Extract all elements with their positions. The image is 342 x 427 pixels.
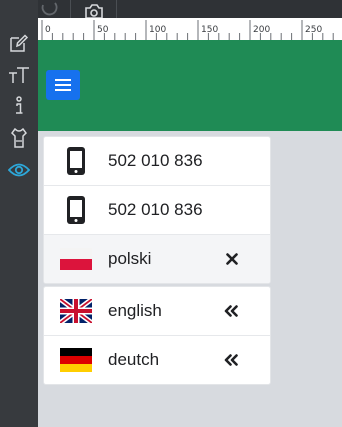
smartphone-icon — [67, 147, 85, 175]
germany-flag — [60, 348, 92, 372]
redo-icon — [41, 2, 58, 16]
language-list: english deutch — [43, 286, 271, 385]
horizontal-ruler: 0 50 100 150 200 250 — [38, 18, 342, 41]
ruler-label: 250 — [305, 25, 322, 35]
remove-language-button[interactable] — [226, 235, 238, 283]
poland-flag — [60, 248, 92, 270]
smartphone-icon — [67, 196, 85, 224]
ruler-label: 100 — [149, 25, 166, 35]
ruler-label: 50 — [97, 25, 109, 35]
language-label: english — [108, 301, 162, 320]
style-tool[interactable] — [0, 124, 38, 152]
shirt-icon — [11, 128, 27, 148]
text-tool[interactable] — [0, 61, 38, 89]
screenshot-button[interactable] — [80, 0, 108, 18]
uk-flag — [60, 299, 92, 323]
preview-tool[interactable] — [0, 156, 38, 184]
text-size-icon — [9, 67, 29, 83]
edit-icon — [10, 34, 29, 52]
ruler-label: 200 — [253, 25, 270, 35]
ruler-ticks: 0 50 100 150 200 250 — [41, 20, 334, 40]
select-language-button[interactable] — [224, 287, 238, 335]
toolbar-divider — [116, 0, 117, 18]
phone-row[interactable]: 502 010 836 — [44, 186, 270, 235]
language-item-polski[interactable]: polski — [44, 235, 270, 283]
language-label: deutch — [108, 350, 160, 369]
language-label: polski — [108, 249, 152, 268]
phone-row[interactable]: 502 010 836 — [44, 137, 270, 186]
ruler-label: 150 — [201, 25, 218, 35]
language-item-deutch[interactable]: deutch — [44, 336, 270, 384]
menu-button[interactable] — [46, 70, 80, 100]
contact-list: 502 010 836 502 010 836 polski — [43, 136, 271, 284]
close-icon — [226, 253, 238, 265]
site-header — [38, 40, 342, 131]
ruler-label: 0 — [45, 25, 51, 35]
double-chevron-left-icon — [224, 305, 238, 317]
edit-tool[interactable] — [0, 29, 38, 57]
eye-icon — [8, 163, 30, 177]
mobile-menu-panel: 502 010 836 502 010 836 polski english d… — [43, 136, 271, 385]
info-tool[interactable] — [0, 92, 38, 120]
info-icon — [16, 96, 23, 114]
top-strip — [0, 0, 342, 18]
redo-button[interactable] — [36, 0, 62, 18]
select-language-button[interactable] — [224, 336, 238, 384]
double-chevron-left-icon — [224, 354, 238, 366]
phone-number: 502 010 836 — [108, 151, 203, 170]
hamburger-icon — [55, 79, 71, 91]
language-item-english[interactable]: english — [44, 287, 270, 336]
toolbar-divider — [70, 0, 71, 18]
phone-number: 502 010 836 — [108, 200, 203, 219]
camera-icon — [85, 4, 103, 18]
left-toolbar — [0, 0, 38, 427]
